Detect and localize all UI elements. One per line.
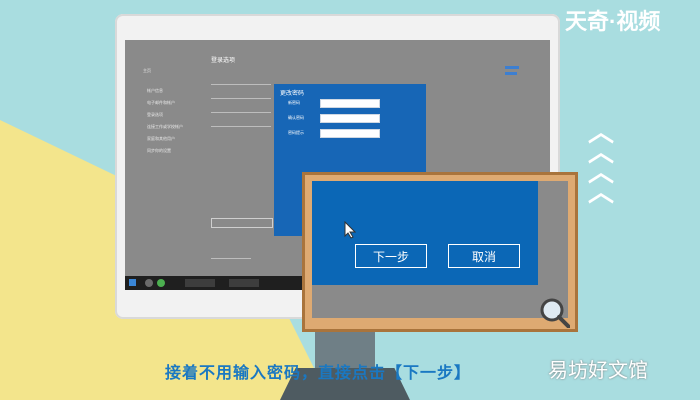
taskbar-app[interactable] <box>229 279 259 287</box>
sidebar-item-home[interactable]: 主页 <box>143 68 151 74</box>
up-arrows-icon: ︿ ︿ ︿ ︿ <box>588 117 615 207</box>
sidebar-item-sync[interactable]: 同步你的设置 <box>147 148 171 154</box>
new-password-input[interactable] <box>320 99 380 108</box>
confirm-password-label: 确认密码 <box>288 115 304 120</box>
setting-row-line <box>211 84 271 85</box>
search-icon[interactable] <box>145 279 153 287</box>
sidebar-item-signin-options[interactable]: 登录选项 <box>147 112 163 118</box>
setting-row-line <box>211 258 251 259</box>
magnifier-icon <box>540 298 570 328</box>
next-button[interactable]: 下一步 <box>355 244 427 268</box>
setting-row-line <box>211 126 271 127</box>
password-hint-input[interactable] <box>320 129 380 138</box>
zoom-board-gray <box>312 285 568 318</box>
new-password-label: 新密码 <box>288 100 300 105</box>
watermark-bottom-right: 易坊好文馆 <box>548 360 648 382</box>
sidebar-item-account-info[interactable]: 帐户信息 <box>147 88 163 94</box>
mouse-pointer-icon <box>344 221 356 239</box>
watermark-top-right: 天奇·视频 <box>565 9 661 34</box>
taskbar-app[interactable] <box>185 279 215 287</box>
setting-row-line <box>211 98 271 99</box>
sidebar-item-email[interactable]: 电子邮件和帐户 <box>147 100 175 106</box>
zoom-board-gray <box>538 181 568 285</box>
sidebar-item-work-school[interactable]: 连接工作或学校帐户 <box>147 124 183 130</box>
sidebar-item-family[interactable]: 家庭和其他用户 <box>147 136 175 142</box>
setting-button[interactable] <box>211 218 273 228</box>
password-hint-label: 密码提示 <box>288 130 304 135</box>
link-blue[interactable] <box>505 66 519 69</box>
browser-icon[interactable] <box>157 279 165 287</box>
zoom-board-dialog: 下一步 取消 <box>312 181 538 285</box>
page-title: 登录选项 <box>211 58 236 64</box>
link-blue[interactable] <box>505 72 517 75</box>
settings-sidebar: 主页 帐户信息 电子邮件和帐户 登录选项 连接工作或学校帐户 家庭和其他用户 同… <box>143 60 208 290</box>
caption-text: 接着不用输入密码，直接点击【下一步】 <box>165 365 472 382</box>
cancel-button[interactable]: 取消 <box>448 244 520 268</box>
dialog-title: 更改密码 <box>280 91 305 97</box>
setting-row-line <box>211 112 271 113</box>
confirm-password-input[interactable] <box>320 114 380 123</box>
start-icon[interactable] <box>129 279 136 286</box>
